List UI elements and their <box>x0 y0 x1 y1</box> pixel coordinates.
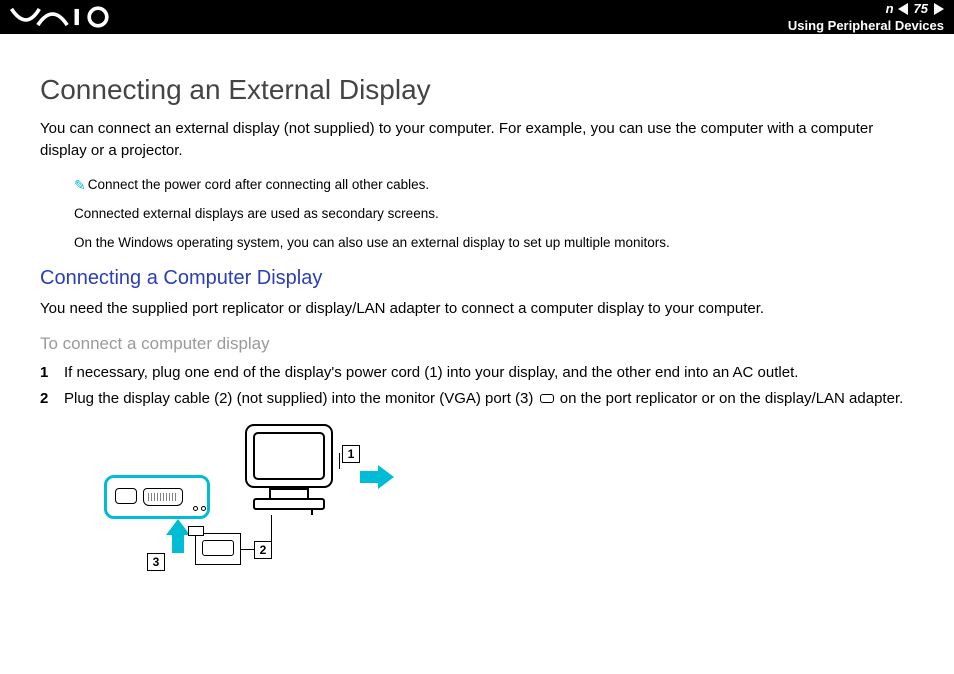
page-content: Connecting an External Display You can c… <box>0 34 954 593</box>
note-icon: ✎ <box>74 176 86 196</box>
procedure-heading: To connect a computer display <box>40 334 914 354</box>
list-item: 2 Plug the display cable (2) (not suppli… <box>40 388 914 411</box>
power-arrow-icon <box>360 465 394 489</box>
subheading: Connecting a Computer Display <box>40 267 914 290</box>
next-page-arrow-icon[interactable] <box>934 3 944 15</box>
page-title: Connecting an External Display <box>40 74 914 106</box>
prev-page-arrow-icon[interactable] <box>898 3 908 15</box>
note-line-3: On the Windows operating system, you can… <box>74 234 914 253</box>
connection-diagram: 1 2 3 <box>92 423 412 593</box>
step-list: 1 If necessary, plug one end of the disp… <box>40 362 914 411</box>
vaio-logo-icon <box>10 6 120 28</box>
callout-line <box>339 453 340 469</box>
step-text-part: on the port replicator or on the display… <box>556 390 904 407</box>
section-title: Using Peripheral Devices <box>788 18 944 33</box>
step-text-part: Plug the display cable (2) (not supplied… <box>64 390 538 407</box>
callout-3: 3 <box>147 553 165 571</box>
page-number: 75 <box>912 1 930 16</box>
note-line-1: Connect the power cord after connecting … <box>88 177 429 192</box>
intro-text: You can connect an external display (not… <box>40 118 914 162</box>
header-right: n 75 Using Peripheral Devices <box>788 1 944 33</box>
sub-intro-text: You need the supplied port replicator or… <box>40 298 914 320</box>
header-bar: n 75 Using Peripheral Devices <box>0 0 954 34</box>
vga-port-icon <box>540 394 554 403</box>
step-number: 2 <box>40 388 64 411</box>
step-number: 1 <box>40 362 64 385</box>
up-arrow-icon <box>166 519 190 553</box>
monitor-icon <box>240 423 338 515</box>
callout-2: 2 <box>254 541 272 559</box>
adapter-icon <box>104 475 210 519</box>
note-block: ✎Connect the power cord after connecting… <box>74 176 914 253</box>
step-text: If necessary, plug one end of the displa… <box>64 362 798 385</box>
callout-1: 1 <box>342 445 360 463</box>
note-line-2: Connected external displays are used as … <box>74 205 914 224</box>
page-n-label: n <box>886 1 894 16</box>
list-item: 1 If necessary, plug one end of the disp… <box>40 362 914 385</box>
vga-plug-icon <box>195 533 241 565</box>
step-text: Plug the display cable (2) (not supplied… <box>64 388 903 411</box>
